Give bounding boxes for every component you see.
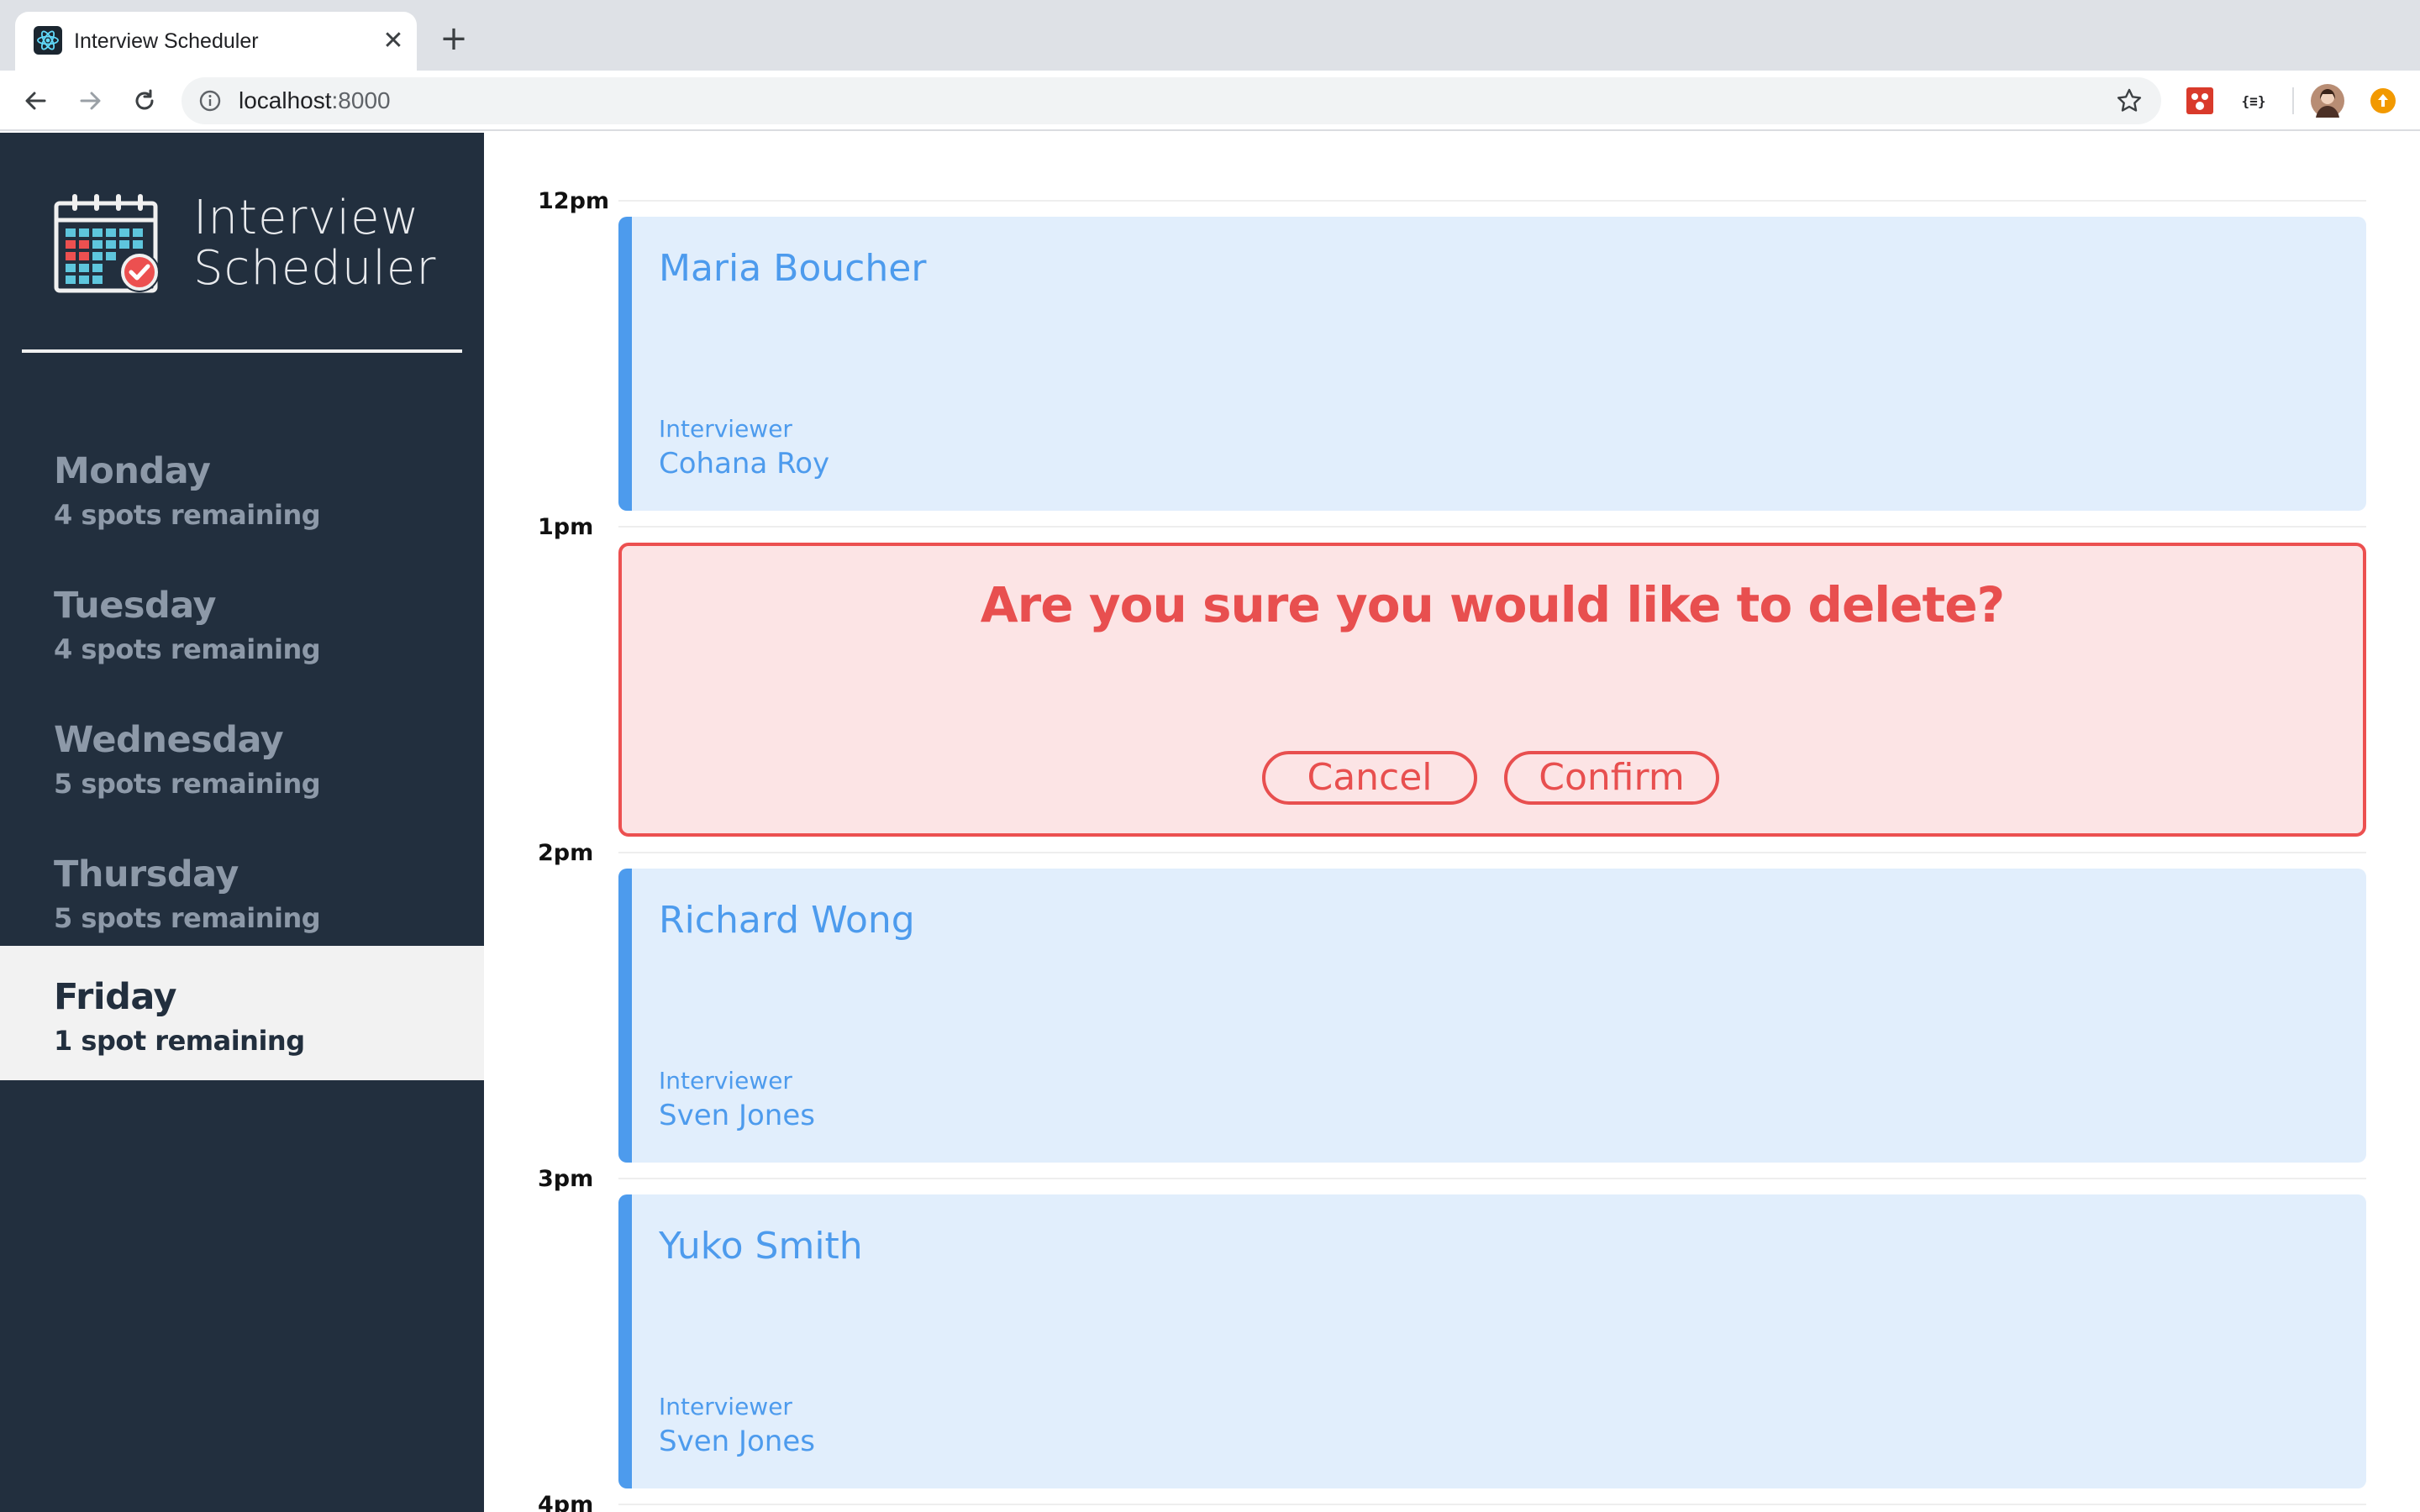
browser-tabstrip: Interview Scheduler ✕ + [0,0,2420,71]
svg-text:{≡}: {≡} [2242,93,2266,109]
interviewer-label: Interviewer [659,1393,792,1420]
time-label: 12pm [538,188,610,214]
browser-toolbar: localhost:8000 {≡} [0,71,2420,131]
time-label: 4pm [538,1492,594,1512]
day-item-wednesday[interactable]: Wednesday 5 spots remaining [0,689,484,823]
brand-line-2: Scheduler [193,241,437,296]
calendar-logo-icon [54,194,160,293]
day-spots: 4 spots remaining [54,633,321,665]
json-extension-icon[interactable]: {≡} [2237,84,2270,118]
day-spots: 5 spots remaining [54,902,321,934]
brand-line-1: Interview [193,191,420,245]
interviewer-label: Interviewer [659,415,792,443]
time-label: 2pm [538,840,594,866]
browser-tab[interactable]: Interview Scheduler ✕ [15,12,417,71]
sidebar: Interview Scheduler Monday 4 spots remai… [0,133,484,1512]
day-name: Friday [54,976,177,1018]
delete-confirmation: Are you sure you would like to delete? C… [618,543,2366,837]
time-label: 3pm [538,1166,594,1192]
appointment-card[interactable]: Richard Wong Interviewer Sven Jones [618,869,2366,1163]
appointment-card[interactable]: Maria Boucher Interviewer Cohana Roy [618,217,2366,511]
day-item-friday[interactable]: Friday 1 spot remaining [0,946,484,1080]
hour-separator [618,526,2366,528]
interviewer-label: Interviewer [659,1067,792,1095]
interviewer-name: Cohana Roy [659,447,830,480]
hour-separator [618,852,2366,853]
hour-separator [618,1504,2366,1505]
hour-separator [618,1178,2366,1179]
update-badge-icon[interactable] [2366,84,2400,118]
tab-title: Interview Scheduler [74,29,259,53]
confirm-message: Are you sure you would like to delete? [980,576,2005,633]
profile-avatar[interactable] [2311,84,2344,118]
interviewer-name: Sven Jones [659,1099,815,1132]
extension-red-icon[interactable] [2183,84,2217,118]
bookmark-star-icon[interactable] [2116,87,2143,114]
day-item-monday[interactable]: Monday 4 spots remaining [0,420,484,554]
student-name: Maria Boucher [659,247,927,290]
url-text[interactable]: localhost:8000 [239,77,391,124]
new-tab-button[interactable]: + [437,22,471,55]
interviewer-name: Sven Jones [659,1425,815,1458]
app-brand: Interview Scheduler [193,193,436,294]
day-item-thursday[interactable]: Thursday 5 spots remaining [0,823,484,958]
confirm-button[interactable]: Confirm [1504,751,1719,805]
day-spots: 5 spots remaining [54,768,321,800]
appointment-card[interactable]: Yuko Smith Interviewer Sven Jones [618,1194,2366,1488]
toolbar-separator [2292,87,2294,114]
back-arrow-icon[interactable] [15,81,55,121]
day-name: Thursday [54,853,239,895]
student-name: Richard Wong [659,899,915,942]
info-icon[interactable] [198,89,222,113]
sidebar-divider [22,349,462,353]
day-name: Monday [54,450,211,492]
reload-icon[interactable] [124,81,165,121]
day-name: Wednesday [54,719,284,761]
url-host: localhost [239,87,332,113]
close-tab-icon[interactable]: ✕ [378,26,408,56]
day-item-tuesday[interactable]: Tuesday 4 spots remaining [0,554,484,689]
address-bar[interactable]: localhost:8000 [182,77,2161,124]
student-name: Yuko Smith [659,1225,863,1268]
day-spots: 4 spots remaining [54,499,321,531]
cancel-button[interactable]: Cancel [1262,751,1477,805]
day-name: Tuesday [54,585,216,627]
hour-separator [618,200,2366,202]
forward-arrow-icon[interactable] [71,81,111,121]
schedule: 12pm Maria Boucher Interviewer Cohana Ro… [484,133,2420,1512]
time-label: 1pm [538,514,594,540]
url-port: :8000 [331,87,391,113]
react-favicon-icon [34,26,62,55]
day-spots: 1 spot remaining [54,1025,305,1057]
